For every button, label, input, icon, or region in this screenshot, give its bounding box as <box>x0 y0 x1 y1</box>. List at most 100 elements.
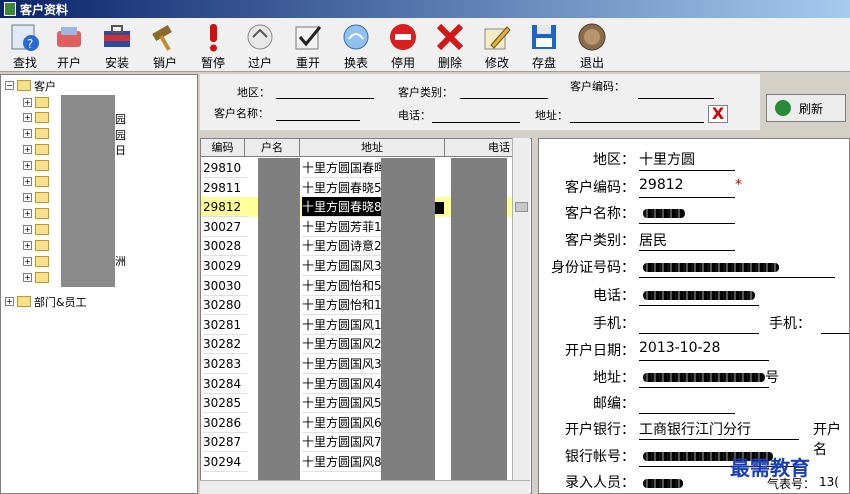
tree-node[interactable]: + <box>23 174 52 189</box>
detail-account-label: 银行帐号： <box>565 449 635 465</box>
expand-icon[interactable]: + <box>23 145 32 154</box>
expand-icon[interactable]: + <box>23 225 32 234</box>
pause-button[interactable]: 暂停 <box>190 21 236 71</box>
delete-label: 删除 <box>437 56 462 70</box>
detail-mobile2-input[interactable] <box>821 333 849 334</box>
tree-node-label: 园 <box>115 113 126 126</box>
expand-icon[interactable]: + <box>23 177 32 186</box>
tree-node[interactable]: + <box>23 142 52 157</box>
detail-code-value[interactable]: 29812 <box>639 177 684 193</box>
tree-node[interactable]: + <box>23 95 52 110</box>
detail-zip-input[interactable] <box>639 413 735 414</box>
replace-meter-icon <box>343 24 369 50</box>
cell-code: 30283 <box>203 354 247 374</box>
cell-address: 十里方圆国风8 <box>302 452 382 472</box>
detail-bank-value[interactable]: 工商银行江门分行 <box>639 419 751 439</box>
col-header-code[interactable]: 编码 <box>201 139 245 157</box>
filter-code-label: 客户编码： <box>570 80 625 93</box>
expand-icon[interactable]: + <box>23 98 32 107</box>
filter-phone-input[interactable] <box>432 122 520 123</box>
folder-icon <box>35 224 49 235</box>
cell-code: 30028 <box>203 236 247 257</box>
cell-address: 十里方圆诗意2 <box>302 236 382 257</box>
grid-horizontal-scrollbar[interactable] <box>200 480 530 494</box>
detail-code-label: 客户编码： <box>565 180 635 196</box>
open-account-icon <box>57 27 81 47</box>
required-mark: * <box>735 177 742 193</box>
tree-node[interactable]: + <box>23 190 52 205</box>
disable-button[interactable]: 停用 <box>380 21 426 71</box>
replace-meter-button[interactable]: 换表 <box>333 21 379 71</box>
transfer-button[interactable]: 过户 <box>237 21 283 71</box>
redacted-entry-user <box>643 479 683 488</box>
expand-icon[interactable]: + <box>23 193 32 202</box>
tree-node[interactable]: + <box>23 206 52 221</box>
detail-category-value[interactable]: 居民 <box>639 230 667 250</box>
folder-icon <box>35 128 49 139</box>
toolbox-icon <box>104 25 130 47</box>
filter-address-input[interactable] <box>570 122 704 123</box>
edit-button[interactable]: 修改 <box>474 21 520 71</box>
expand-icon[interactable]: + <box>23 113 32 122</box>
exit-button[interactable]: 退出 <box>569 21 615 71</box>
install-button[interactable]: 安装 <box>94 21 140 71</box>
expand-icon[interactable]: + <box>23 257 32 266</box>
delete-button[interactable]: 删除 <box>427 21 473 71</box>
tree-node-staff[interactable]: + 部门&员工 <box>5 294 87 309</box>
expand-icon[interactable]: + <box>5 297 14 306</box>
filter-area-label: 地区： <box>237 86 270 99</box>
underline <box>639 277 835 278</box>
expand-icon[interactable]: + <box>23 209 32 218</box>
tree-node[interactable]: + <box>23 158 52 173</box>
expand-icon[interactable]: + <box>23 241 32 250</box>
detail-meter-value[interactable]: 13( <box>819 475 839 489</box>
expand-icon[interactable]: + <box>23 161 32 170</box>
tree-node[interactable]: + <box>23 222 52 237</box>
replace-meter-label: 换表 <box>343 56 368 70</box>
scroll-thumb[interactable] <box>515 202 528 212</box>
tree-node[interactable]: + <box>23 238 52 253</box>
filter-area-input[interactable] <box>276 98 374 99</box>
save-button[interactable]: 存盘 <box>521 21 567 71</box>
expand-icon[interactable]: + <box>23 129 32 138</box>
find-button[interactable]: ? 查找 <box>2 21 48 71</box>
underline <box>639 360 769 361</box>
detail-area-value[interactable]: 十里方圆 <box>639 149 695 169</box>
cell-address: 十里方圆怡和5 <box>302 276 382 296</box>
cell-code: 29810 <box>203 158 247 178</box>
detail-mobile-label: 手机： <box>593 316 635 332</box>
clear-filter-button[interactable]: X <box>708 105 728 123</box>
filter-category-input[interactable] <box>460 98 548 99</box>
cell-code: 30029 <box>203 256 247 276</box>
tree-node[interactable]: + <box>23 254 52 269</box>
tree-node[interactable]: + <box>23 126 52 141</box>
redacted-phone <box>643 291 755 300</box>
cell-address: 十里方圆国风7 <box>302 432 382 453</box>
reopen-button[interactable]: 重开 <box>285 21 331 71</box>
grid-vertical-scrollbar[interactable] <box>512 138 530 480</box>
redacted-id <box>643 263 779 272</box>
tree-node[interactable]: + <box>23 110 52 125</box>
detail-mobile-input[interactable] <box>639 333 759 334</box>
redacted-address <box>643 373 765 382</box>
open-account-button[interactable]: 开户 <box>46 21 92 71</box>
detail-bank2-label: 开户名 <box>813 422 841 458</box>
col-header-name[interactable]: 户名 <box>245 139 300 157</box>
filter-panel: 地区： 客户类别： 客户编码： 客户名称： 电话： 地址： <box>200 74 760 130</box>
col-header-address[interactable]: 地址 <box>300 139 445 157</box>
cell-address: 十里方圆国风3 <box>302 256 382 276</box>
cell-code: 30284 <box>203 374 247 394</box>
detail-open-date-value[interactable]: 2013-10-28 <box>639 340 720 356</box>
filter-code-input[interactable] <box>638 98 714 99</box>
close-account-button[interactable]: 销户 <box>142 21 188 71</box>
filter-name-input[interactable] <box>276 120 360 121</box>
customer-tree: − 客户 + + + + + + + + + + + + 园 园 日 洲 + 部… <box>0 74 198 494</box>
redacted-name <box>643 209 685 218</box>
collapse-icon[interactable]: − <box>5 81 14 90</box>
underline <box>639 223 735 224</box>
refresh-button[interactable]: 刷新 <box>766 94 846 122</box>
expand-icon[interactable]: + <box>23 273 32 282</box>
col-header-phone[interactable]: 电话 <box>445 139 515 157</box>
tree-node-customers[interactable]: − 客户 <box>5 78 56 93</box>
tree-node[interactable]: + <box>23 270 52 285</box>
